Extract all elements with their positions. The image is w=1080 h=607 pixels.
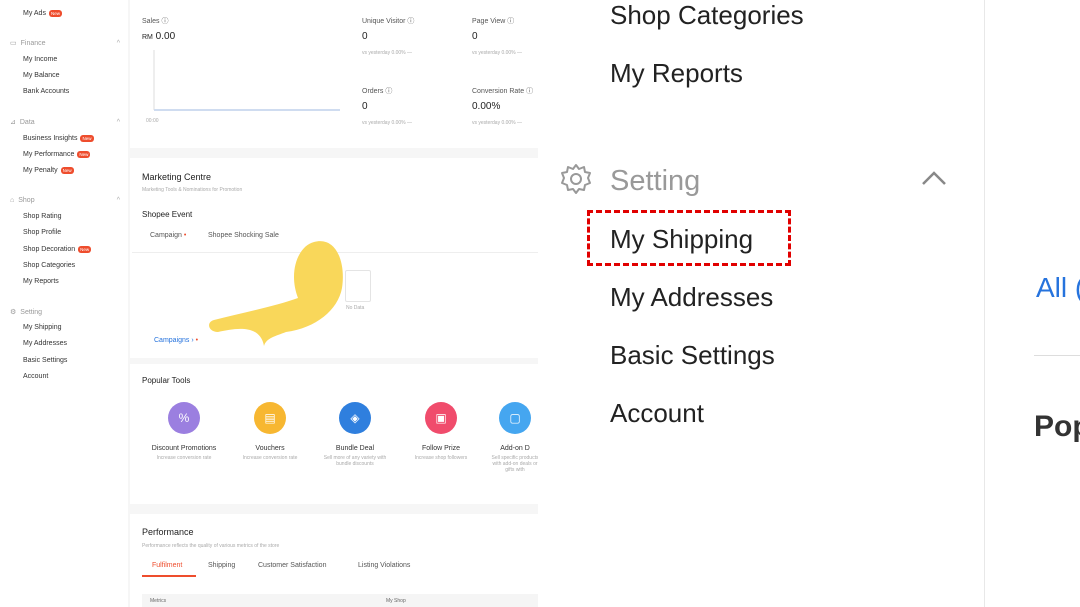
sidebar-item-my-performance[interactable]: My Performance New — [23, 151, 91, 158]
sidebar-group-data[interactable]: ⊿ Data ^ — [10, 118, 120, 127]
sidebar-item-my-reports[interactable]: My Reports — [23, 278, 59, 285]
section-divider — [1034, 355, 1080, 356]
menu-item-account[interactable]: Account — [610, 398, 704, 428]
column-header: My Shop — [386, 598, 406, 604]
marketing-title: Marketing Centre — [142, 172, 212, 182]
column-header: Metrics — [150, 598, 167, 604]
sidebar-item-shop-categories[interactable]: Shop Categories — [23, 262, 75, 269]
performance-card: Performance Performance reflects the qua… — [130, 514, 538, 607]
menu-item-my-addresses[interactable]: My Addresses — [610, 282, 773, 312]
marketing-subtitle: Marketing Tools & Nominations for Promot… — [142, 187, 243, 193]
comparison-text: vs yesterday 0.00% — — [362, 120, 413, 126]
chart-icon: ⊿ — [10, 119, 16, 126]
sidebar-item-shop-profile[interactable]: Shop Profile — [23, 229, 61, 236]
comparison-text: vs yesterday 0.00% — — [472, 120, 523, 126]
discount-icon: % — [168, 402, 200, 434]
sidebar-item-business-insights[interactable]: Business Insights New — [23, 135, 94, 142]
gear-icon: ⚙ — [10, 309, 17, 316]
unique-visitor-value: 0 — [362, 31, 368, 42]
shop-icon: ⌂ — [10, 197, 15, 204]
bundle-icon: ◈ — [339, 402, 371, 434]
new-badge: New — [80, 135, 94, 142]
chevron-up-icon: ^ — [116, 39, 120, 47]
tab-fulfilment[interactable]: Fulfilment — [152, 562, 182, 569]
chevron-up-icon: ^ — [116, 197, 120, 204]
conversion-rate-value: 0.00% — [472, 101, 501, 112]
performance-title: Performance — [142, 527, 194, 537]
sidebar-item-my-ads[interactable]: My Ads New — [23, 10, 62, 17]
sidebar-item-bank-accounts[interactable]: Bank Accounts — [23, 88, 69, 95]
business-insights-card: Sales ⓘ RM 0.00 00:00 Unique Visitor ⓘ 0… — [130, 0, 538, 148]
orders-label: Orders ⓘ — [362, 88, 393, 95]
sales-chart — [153, 50, 340, 111]
tool-add-on-deal[interactable]: ▢ Add-on D Sell specific products with a… — [490, 402, 538, 473]
active-tab-indicator — [142, 575, 196, 577]
table-header — [142, 594, 538, 607]
sidebar-group-setting[interactable]: ⚙ Setting — [10, 308, 120, 317]
menu-item-my-shipping[interactable]: My Shipping — [610, 224, 753, 254]
page-view-value: 0 — [472, 31, 478, 42]
sidebar-item-shop-rating[interactable]: Shop Rating — [23, 213, 62, 220]
sidebar-group-shop[interactable]: ⌂ Shop ^ — [10, 197, 120, 204]
dashboard-main: Sales ⓘ RM 0.00 00:00 Unique Visitor ⓘ 0… — [128, 0, 538, 607]
sales-label: Sales ⓘ — [142, 18, 169, 25]
empty-document-icon — [345, 270, 371, 302]
all-link[interactable]: All ( — [1036, 272, 1080, 304]
add-on-icon: ▢ — [499, 402, 531, 434]
new-badge: New — [78, 246, 92, 253]
tool-discount-promotions[interactable]: % Discount Promotions Increase conversio… — [149, 402, 219, 461]
tool-bundle-deal[interactable]: ◈ Bundle Deal Sell more of any variety w… — [320, 402, 390, 467]
seller-sidebar: My Ads New ▭ Finance ^ My Income My Bala… — [0, 0, 128, 607]
campaigns-link[interactable]: Campaigns › • — [154, 337, 198, 344]
tool-follow-prize[interactable]: ▣ Follow Prize Increase shop followers — [406, 402, 476, 461]
sidebar-group-finance[interactable]: ▭ Finance ^ — [10, 39, 120, 48]
sidebar-item-my-shipping[interactable]: My Shipping — [23, 324, 62, 331]
no-data-text: No Data — [346, 305, 365, 311]
tool-vouchers[interactable]: ▤ Vouchers Increase conversion rate — [235, 402, 305, 461]
sidebar-item-my-income[interactable]: My Income — [23, 56, 57, 63]
sales-value: RM 0.00 — [142, 31, 176, 42]
menu-item-basic-settings[interactable]: Basic Settings — [610, 340, 775, 370]
tab-listing-violations[interactable]: Listing Violations — [358, 562, 410, 569]
menu-item-shop-categories[interactable]: Shop Categories — [610, 0, 804, 30]
performance-subtitle: Performance reflects the quality of vari… — [142, 543, 280, 549]
new-badge: New — [77, 151, 91, 158]
pointing-hand-annotation — [209, 241, 343, 346]
menu-item-my-reports[interactable]: My Reports — [610, 58, 743, 88]
comparison-text: vs yesterday 0.00% — — [472, 50, 523, 56]
section-heading: Pop — [1034, 410, 1080, 443]
voucher-icon: ▤ — [254, 402, 286, 434]
panel-divider — [984, 0, 985, 607]
conversion-rate-label: Conversion Rate ⓘ — [472, 88, 534, 95]
tab-campaign[interactable]: Campaign • — [150, 232, 186, 239]
popular-tools-title: Popular Tools — [142, 376, 191, 385]
tab-customer-satisfaction[interactable]: Customer Satisfaction — [258, 562, 326, 569]
new-badge: New — [60, 167, 74, 174]
sidebar-item-shop-decoration[interactable]: Shop Decoration New — [23, 246, 92, 253]
wallet-icon: ▭ — [10, 40, 17, 47]
unique-visitor-label: Unique Visitor ⓘ — [362, 18, 415, 25]
sidebar-item-my-balance[interactable]: My Balance — [23, 72, 60, 79]
gear-icon — [561, 164, 591, 194]
menu-group-setting[interactable]: Setting — [610, 166, 700, 196]
time-axis-label: 00:00 — [146, 118, 159, 124]
orders-value: 0 — [362, 101, 368, 112]
shopee-event-title: Shopee Event — [142, 210, 193, 219]
gift-icon: ▣ — [425, 402, 457, 434]
page-view-label: Page View ⓘ — [472, 18, 515, 25]
tab-shipping[interactable]: Shipping — [208, 562, 235, 569]
sidebar-item-account[interactable]: Account — [23, 373, 48, 380]
comparison-text: vs yesterday 0.00% — — [362, 50, 413, 56]
sidebar-item-my-addresses[interactable]: My Addresses — [23, 340, 67, 347]
sidebar-item-basic-settings[interactable]: Basic Settings — [23, 357, 67, 364]
new-badge: New — [48, 10, 62, 17]
sidebar-item-my-penalty[interactable]: My Penalty New — [23, 167, 74, 174]
dashboard-screenshot: My Ads New ▭ Finance ^ My Income My Bala… — [0, 0, 538, 607]
chevron-up-icon[interactable] — [920, 168, 948, 188]
chevron-up-icon: ^ — [116, 118, 120, 126]
